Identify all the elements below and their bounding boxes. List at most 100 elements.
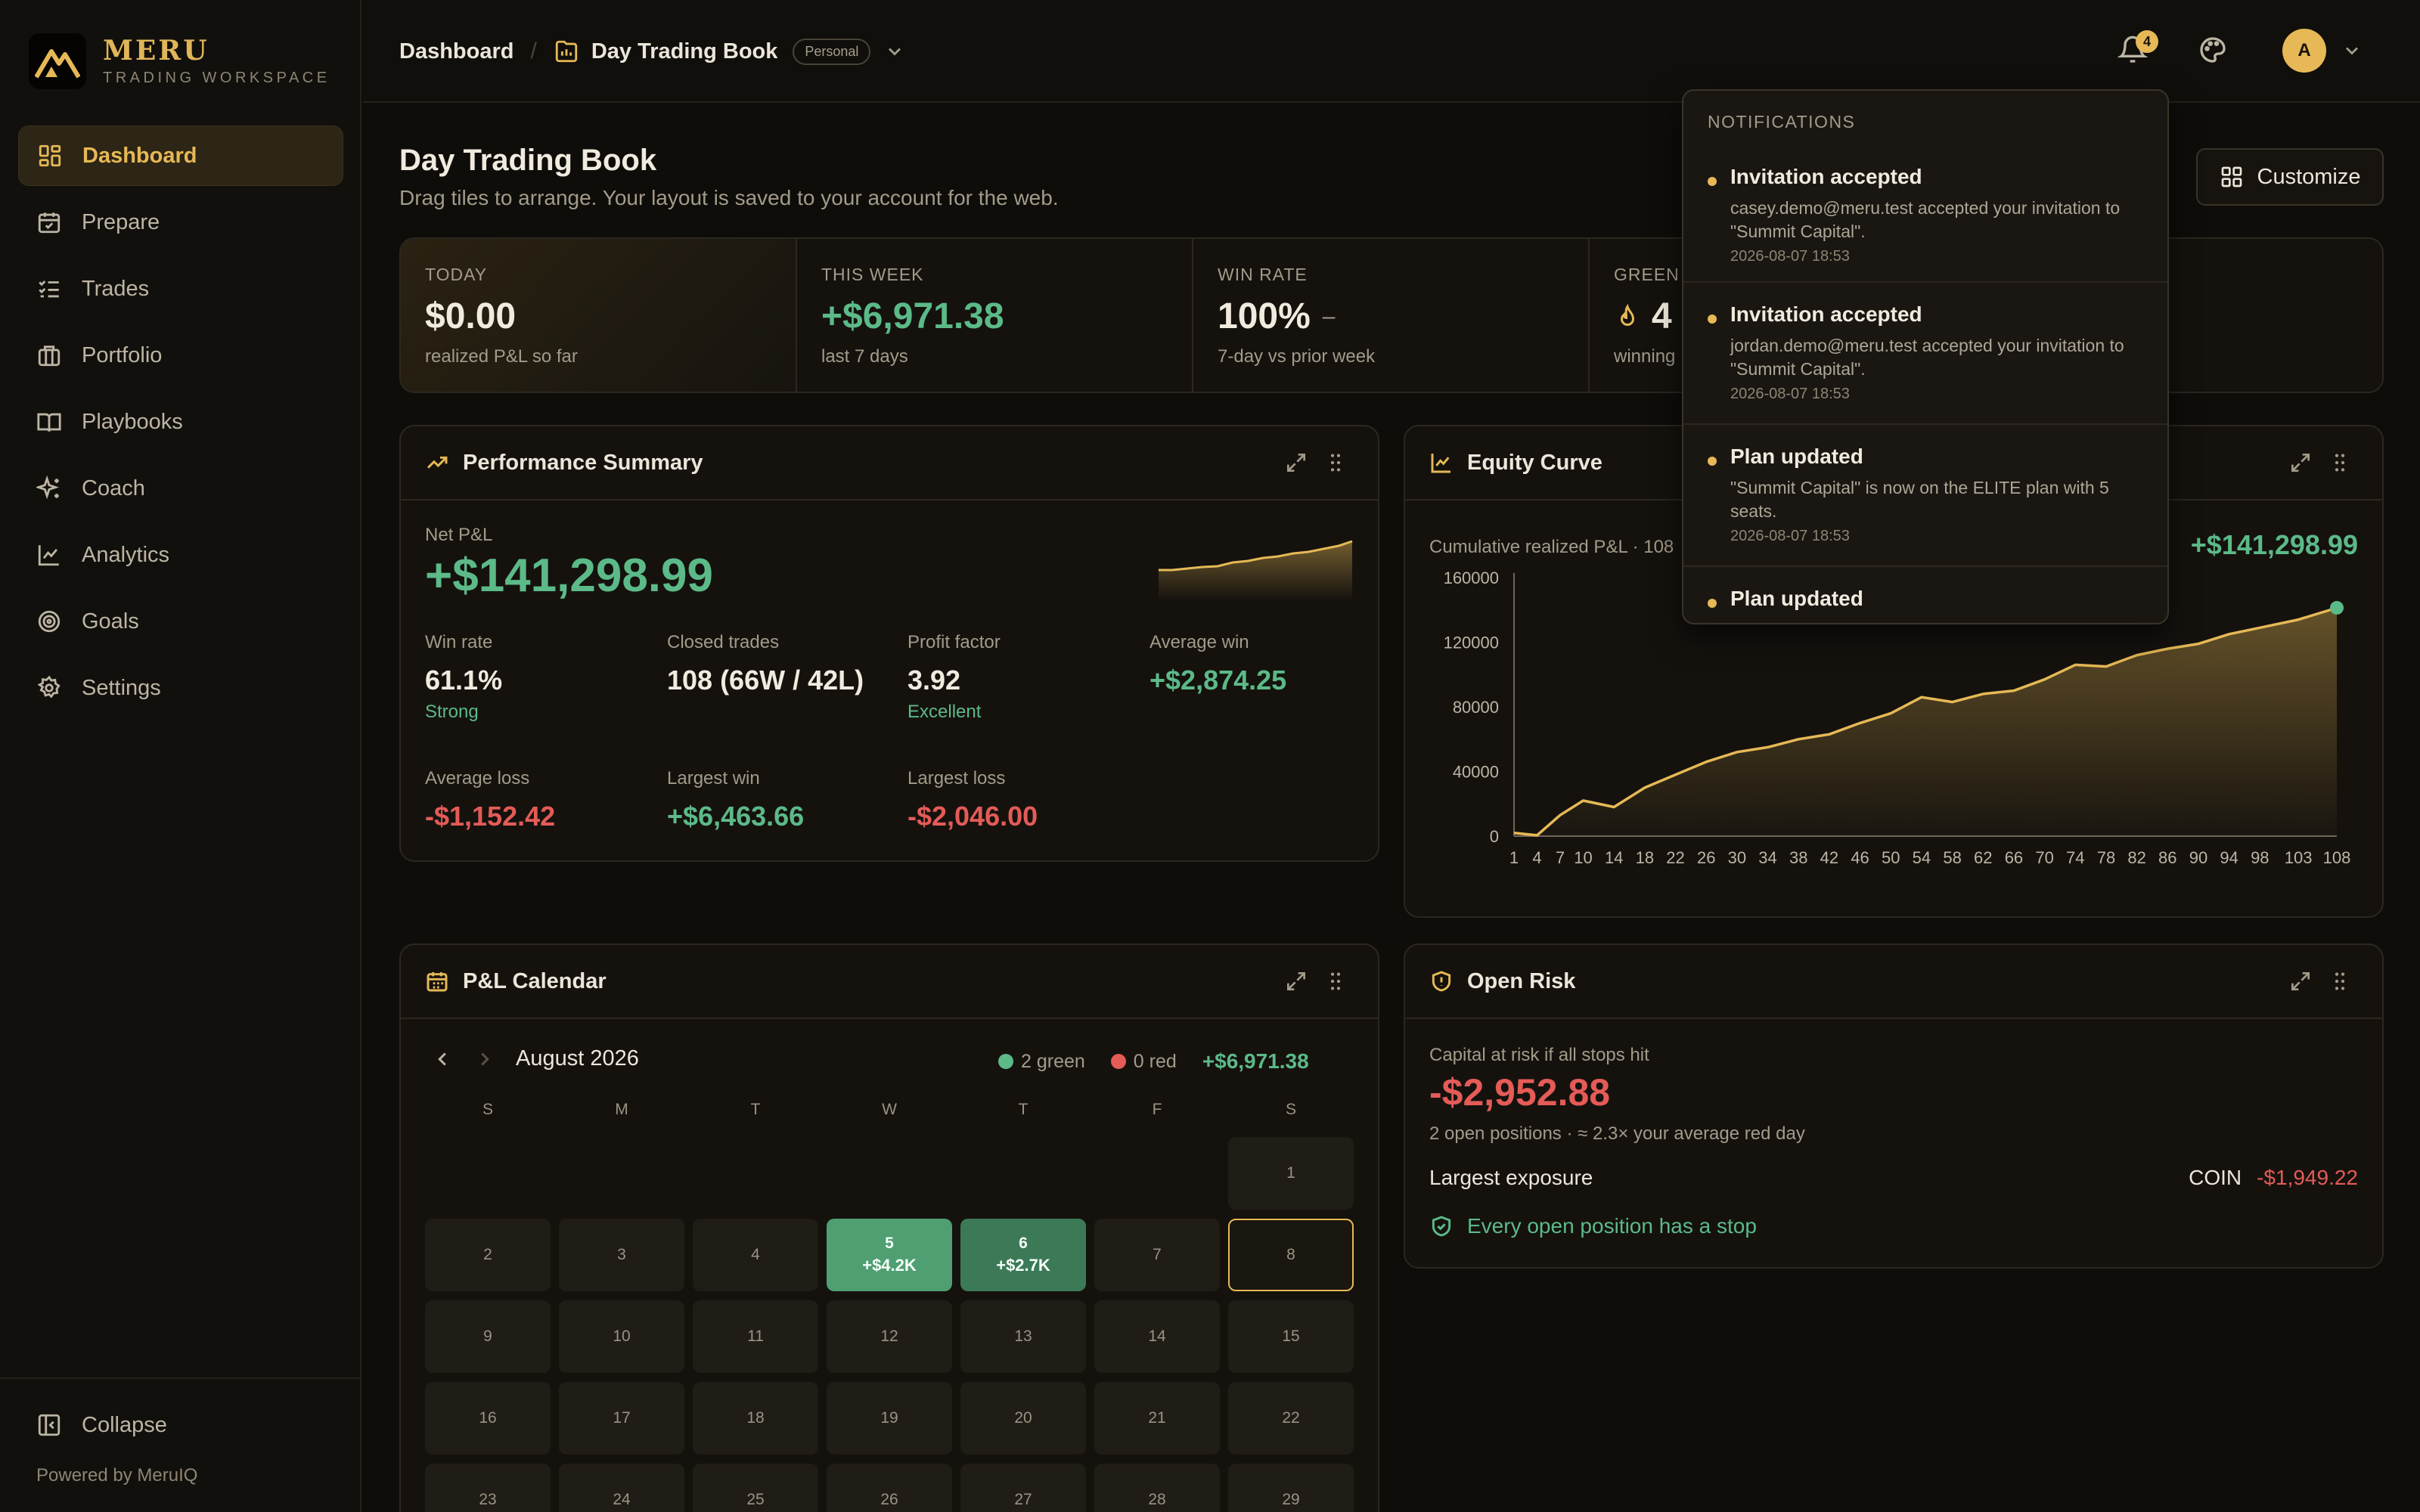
palette-icon[interactable] — [2198, 35, 2228, 65]
sidebar-item-coach[interactable]: Coach — [18, 458, 343, 519]
calendar-day-1[interactable]: 1 — [1228, 1137, 1354, 1210]
x-tick-label: 18 — [1636, 848, 1654, 867]
metric-label: Largest win — [667, 768, 760, 789]
notification-item[interactable]: Plan updated Your plan is now ELITE. — [1683, 565, 2167, 623]
notification-item[interactable]: Plan updated "Summit Capital" is now on … — [1683, 423, 2167, 565]
calendar-day-number: 6 — [1019, 1235, 1028, 1252]
notification-item[interactable]: Invitation accepted casey.demo@meru.test… — [1683, 145, 2167, 287]
shield-check-icon — [1432, 1216, 1451, 1237]
calendar-day-18[interactable]: 18 — [693, 1382, 818, 1455]
day-of-week-label: T — [750, 1101, 761, 1118]
red-dot-icon — [1110, 1054, 1126, 1069]
drag-handle-icon[interactable] — [1323, 969, 1348, 993]
metric-value: +$2,874.25 — [1150, 665, 1287, 696]
chevron-right-icon[interactable] — [473, 1048, 496, 1070]
x-tick-label: 86 — [2158, 848, 2176, 867]
drag-handle-icon[interactable] — [1323, 451, 1348, 475]
drag-handle-icon[interactable] — [2328, 969, 2352, 993]
sidebar-item-trades[interactable]: Trades — [18, 259, 343, 319]
sidebar-item-playbooks[interactable]: Playbooks — [18, 392, 343, 452]
calendar-day-29[interactable]: 29 — [1228, 1464, 1354, 1512]
calendar-day-27[interactable]: 27 — [960, 1464, 1086, 1512]
metric-value: 3.92 — [908, 665, 961, 696]
chevron-left-icon[interactable] — [431, 1048, 454, 1070]
day-of-week-label: M — [615, 1101, 628, 1118]
day-of-week-label: W — [882, 1101, 897, 1118]
stat-sub: realized P&L so far — [425, 346, 578, 367]
calendar-day-23[interactable]: 23 — [425, 1464, 551, 1512]
exposure-symbol[interactable]: COIN — [2189, 1166, 2242, 1190]
calendar-day-28[interactable]: 28 — [1094, 1464, 1220, 1512]
calendar-day-24[interactable]: 24 — [559, 1464, 684, 1512]
calendar-day-19[interactable]: 19 — [827, 1382, 952, 1455]
avatar[interactable]: A — [2282, 29, 2326, 73]
stat-this-week[interactable]: THIS WEEK +$6,971.38 last 7 days — [797, 239, 1193, 392]
briefcase-icon — [38, 345, 60, 367]
calendar-day-20[interactable]: 20 — [960, 1382, 1086, 1455]
calendar-day-8[interactable]: 8 — [1228, 1219, 1354, 1291]
collapse-button[interactable]: Collapse — [36, 1412, 167, 1438]
calendar-day-12[interactable]: 12 — [827, 1300, 952, 1373]
calendar-day-25[interactable]: 25 — [693, 1464, 818, 1512]
calendar-day-21[interactable]: 21 — [1094, 1382, 1220, 1455]
notification-item[interactable]: Invitation accepted jordan.demo@meru.tes… — [1683, 281, 2167, 423]
sidebar-item-prepare[interactable]: Prepare — [18, 192, 343, 253]
calendar-day-13[interactable]: 13 — [960, 1300, 1086, 1373]
net-pnl-sparkline — [1159, 540, 1353, 600]
x-tick-label: 38 — [1789, 848, 1807, 867]
breadcrumb-dashboard[interactable]: Dashboard — [399, 39, 513, 64]
calendar-day-6[interactable]: 6 +$2.7K — [960, 1219, 1086, 1291]
sidebar-item-settings[interactable]: Settings — [18, 658, 343, 718]
calendar-day-16[interactable]: 16 — [425, 1382, 551, 1455]
sidebar-item-goals[interactable]: Goals — [18, 591, 343, 652]
sidebar-item-portfolio[interactable]: Portfolio — [18, 325, 343, 386]
calendar-day-10[interactable]: 10 — [559, 1300, 684, 1373]
calendar-day-26[interactable]: 26 — [827, 1464, 952, 1512]
calendar-day-9[interactable]: 9 — [425, 1300, 551, 1373]
brand[interactable]: MERU TRADING WORKSPACE — [29, 32, 330, 91]
calendar-day-11[interactable]: 11 — [693, 1300, 818, 1373]
x-tick-label: 108 — [2323, 848, 2351, 867]
brand-name: MERU — [103, 35, 209, 67]
customize-button[interactable]: Customize — [2196, 148, 2384, 206]
calendar-check-icon — [38, 212, 60, 234]
calendar-day-15[interactable]: 15 — [1228, 1300, 1354, 1373]
book-chart-icon — [555, 40, 577, 63]
card-tools — [2273, 969, 2352, 993]
x-tick-label: 30 — [1728, 848, 1746, 867]
gear-icon — [37, 675, 60, 699]
sidebar-footer: Collapse Powered by MeruIQ — [0, 1377, 360, 1512]
calendar-day-17[interactable]: 17 — [559, 1382, 684, 1455]
calendar-day-number: 16 — [479, 1409, 497, 1427]
expand-icon[interactable] — [1284, 451, 1308, 475]
metric-value: 61.1% — [425, 665, 503, 696]
chevron-down-icon[interactable] — [884, 41, 905, 62]
calendar-day-3[interactable]: 3 — [559, 1219, 684, 1291]
expand-icon[interactable] — [2288, 969, 2313, 993]
exposure-row: COIN -$1,949.22 — [2189, 1166, 2358, 1190]
expand-icon[interactable] — [1284, 969, 1308, 993]
calendar-total: +$6,971.38 — [1202, 1049, 1309, 1073]
sidebar-item-label: Playbooks — [82, 409, 183, 434]
calendar-day-7[interactable]: 7 — [1094, 1219, 1220, 1291]
calendar-day-14[interactable]: 14 — [1094, 1300, 1220, 1373]
calendar-day-4[interactable]: 4 — [693, 1219, 818, 1291]
expand-icon[interactable] — [2288, 451, 2313, 475]
drag-handle-icon[interactable] — [2328, 451, 2352, 475]
stat-value: $0.00 — [425, 296, 517, 336]
sidebar-item-dashboard[interactable]: Dashboard — [18, 125, 343, 186]
collapse-label: Collapse — [82, 1412, 167, 1437]
calendar-day-5[interactable]: 5 +$4.2K — [827, 1219, 952, 1291]
open-risk-card: Open Risk Capital at risk if all stops h… — [1404, 943, 2384, 1269]
book-selector[interactable]: Day Trading Book — [591, 39, 778, 64]
stat-win-rate[interactable]: WIN RATE 100% – 7-day vs prior week — [1193, 239, 1590, 392]
sidebar-item-analytics[interactable]: Analytics — [18, 525, 343, 585]
calendar-day-number: 17 — [613, 1409, 631, 1427]
chevron-down-icon[interactable] — [2341, 40, 2363, 61]
calendar-day-22[interactable]: 22 — [1228, 1382, 1354, 1455]
metric-label: Largest loss — [908, 768, 1006, 789]
stat-today[interactable]: TODAY $0.00 realized P&L so far — [401, 239, 797, 392]
calendar-day-2[interactable]: 2 — [425, 1219, 551, 1291]
calendar-day-number: 24 — [613, 1491, 631, 1508]
unread-dot-icon — [1708, 314, 1717, 324]
